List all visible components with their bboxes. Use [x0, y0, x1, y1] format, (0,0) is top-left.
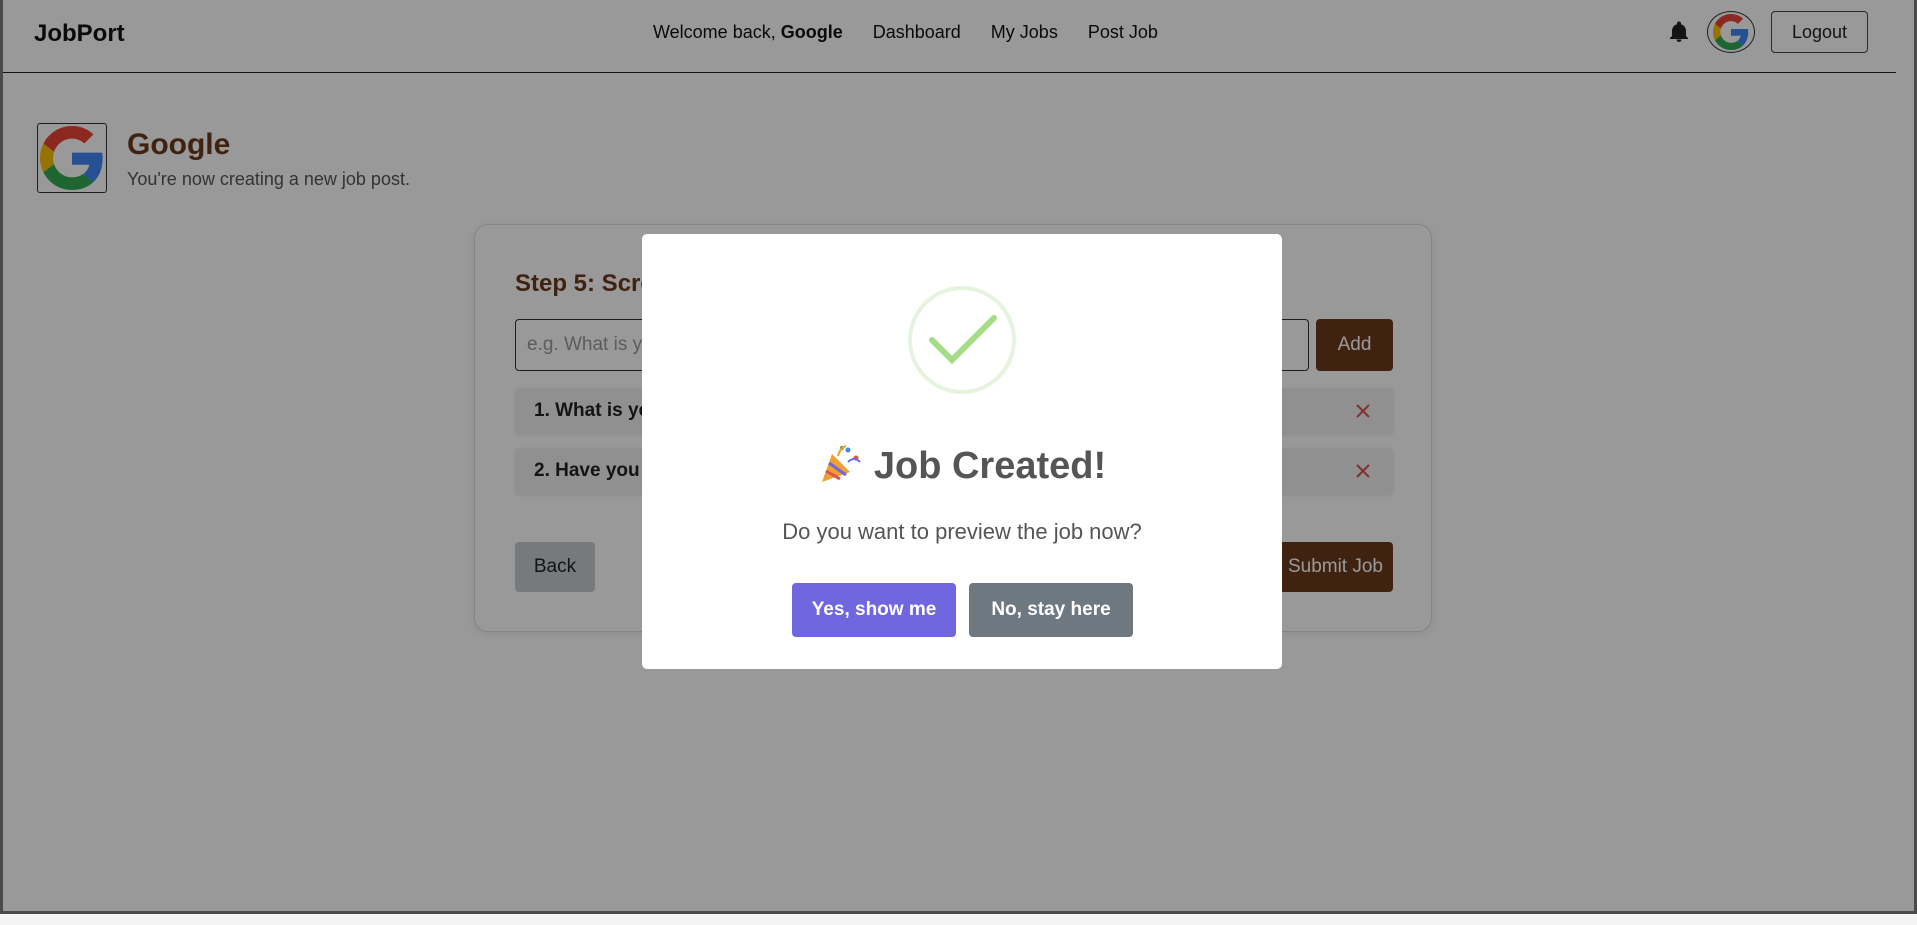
modal-message: Do you want to preview the job now? [782, 519, 1142, 544]
app-window: JobPort Welcome back, Google Dashboard M… [0, 0, 1917, 914]
success-check-icon [908, 286, 1016, 394]
party-popper-icon [821, 445, 861, 482]
modal-title: Job Created! [642, 444, 1282, 488]
modal-title-text: Job Created! [873, 445, 1107, 487]
bottom-strip [0, 914, 1917, 925]
success-modal: Job Created! Do you want to preview the … [642, 234, 1282, 669]
confirm-preview-button[interactable]: Yes, show me [792, 583, 956, 637]
cancel-preview-button[interactable]: No, stay here [969, 583, 1133, 637]
